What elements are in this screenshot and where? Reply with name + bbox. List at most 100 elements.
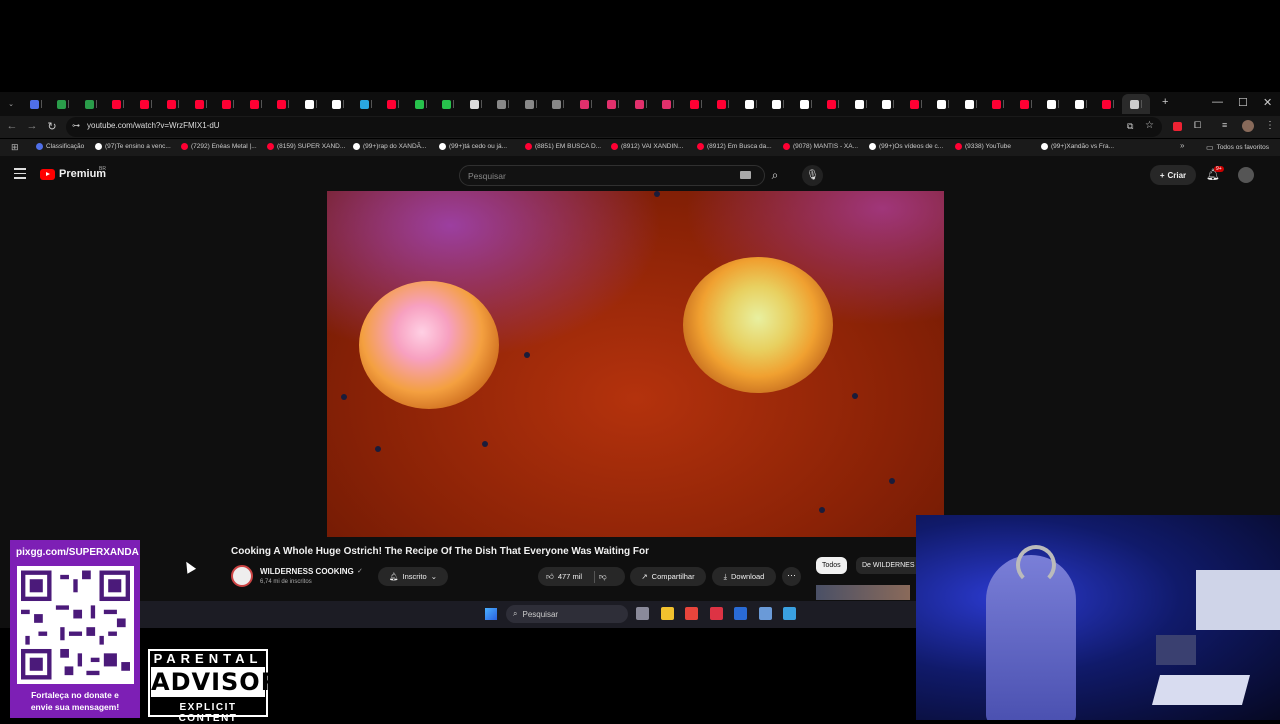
search-button[interactable]: ⌕ bbox=[765, 165, 785, 186]
install-icon[interactable]: ⧉ bbox=[1127, 121, 1133, 132]
browser-tab[interactable] bbox=[380, 94, 408, 114]
channel-avatar[interactable] bbox=[231, 565, 253, 587]
taskbar-app-icon[interactable] bbox=[636, 607, 649, 620]
taskbar-app-icon[interactable] bbox=[783, 607, 796, 620]
browser-tab[interactable] bbox=[132, 94, 160, 114]
browser-tab[interactable] bbox=[792, 94, 820, 114]
browser-tab[interactable] bbox=[820, 94, 848, 114]
browser-tab[interactable] bbox=[325, 94, 353, 114]
browser-tab[interactable] bbox=[1095, 94, 1123, 114]
chrome-menu-icon[interactable]: ⋮ bbox=[1265, 120, 1275, 131]
bookmark-item[interactable]: (97)Te ensino a venc... bbox=[95, 143, 171, 150]
url-text[interactable]: youtube.com/watch?v=WrzFMIX1-dU bbox=[87, 121, 220, 130]
chip-from-channel[interactable]: De WILDERNES bbox=[856, 557, 921, 574]
search-input[interactable]: Pesquisar bbox=[459, 165, 765, 186]
browser-tab[interactable] bbox=[297, 94, 325, 114]
browser-tab[interactable] bbox=[600, 94, 628, 114]
close-window-icon[interactable]: ✕ bbox=[1263, 96, 1272, 109]
media-control-icon[interactable]: ≡ bbox=[1222, 120, 1227, 130]
browser-tab[interactable] bbox=[985, 94, 1013, 114]
maximize-icon[interactable]: ☐ bbox=[1238, 96, 1248, 109]
bookmark-item[interactable]: (7292) Enéas Metal |... bbox=[181, 143, 257, 150]
channel-name[interactable]: WILDERNESS COOKING bbox=[260, 567, 354, 576]
apps-grid-icon[interactable]: ⊞ bbox=[11, 142, 19, 153]
bookmark-item[interactable]: (9078) MANTIS - XA... bbox=[783, 143, 858, 150]
browser-tab[interactable] bbox=[682, 94, 710, 114]
browser-tab[interactable] bbox=[1012, 94, 1040, 114]
browser-tab[interactable] bbox=[765, 94, 793, 114]
browser-tab[interactable] bbox=[160, 94, 188, 114]
more-actions-button[interactable]: ⋯ bbox=[782, 567, 801, 586]
browser-tab[interactable] bbox=[655, 94, 683, 114]
reload-icon[interactable]: ↻ bbox=[42, 120, 62, 133]
recommended-video-thumbnail[interactable] bbox=[816, 585, 910, 600]
taskbar-app-icon[interactable] bbox=[709, 607, 723, 620]
browser-tab[interactable] bbox=[270, 94, 298, 114]
extension-red-icon[interactable] bbox=[1173, 122, 1182, 131]
video-player[interactable] bbox=[327, 191, 944, 537]
menu-hamburger-icon[interactable] bbox=[14, 168, 26, 182]
browser-tab[interactable] bbox=[215, 94, 243, 114]
taskbar-search[interactable]: ⌕ Pesquisar bbox=[506, 605, 628, 623]
browser-tab[interactable] bbox=[22, 94, 50, 114]
browser-tab[interactable] bbox=[462, 94, 490, 114]
browser-tab[interactable] bbox=[737, 94, 765, 114]
new-tab-button[interactable]: + bbox=[1162, 96, 1168, 108]
bookmark-item[interactable]: (8159) SUPER XAND... bbox=[267, 143, 345, 150]
browser-tab[interactable] bbox=[572, 94, 600, 114]
taskbar-app-icon[interactable] bbox=[758, 607, 772, 620]
browser-tab[interactable] bbox=[545, 94, 573, 114]
extensions-icon[interactable]: ⧠ bbox=[1194, 120, 1201, 131]
browser-tab[interactable] bbox=[902, 94, 930, 114]
tab-search-icon[interactable]: ⌄ bbox=[0, 94, 22, 114]
browser-tab[interactable] bbox=[187, 94, 215, 114]
browser-tab[interactable] bbox=[1067, 94, 1095, 114]
browser-tab[interactable] bbox=[490, 94, 518, 114]
browser-tab[interactable] bbox=[710, 94, 738, 114]
bookmark-item[interactable]: (8851) EM BUSCA D... bbox=[525, 143, 601, 150]
bookmark-item[interactable]: (99+)Xandão vs Fra... bbox=[1041, 143, 1114, 150]
bookmark-item[interactable]: (99+)tá cedo ou já... bbox=[439, 143, 507, 150]
browser-tab[interactable] bbox=[875, 94, 903, 114]
browser-tab[interactable] bbox=[1122, 94, 1150, 114]
voice-search-icon[interactable]: 🎙︎ bbox=[802, 165, 823, 186]
browser-tab[interactable] bbox=[435, 94, 463, 114]
browser-tab[interactable] bbox=[957, 94, 985, 114]
browser-tab[interactable] bbox=[930, 94, 958, 114]
browser-tab[interactable] bbox=[242, 94, 270, 114]
browser-tab[interactable] bbox=[517, 94, 545, 114]
like-button[interactable]: 👍︎ 477 mil 👎︎ bbox=[538, 567, 625, 586]
back-icon[interactable]: ← bbox=[2, 120, 22, 132]
bookmark-item[interactable]: (8912) Em Busca da... bbox=[697, 143, 772, 150]
browser-tab[interactable] bbox=[1040, 94, 1068, 114]
create-button[interactable]: + Criar bbox=[1150, 165, 1196, 185]
account-avatar[interactable] bbox=[1238, 167, 1254, 183]
share-button[interactable]: ↗ Compartilhar bbox=[630, 567, 706, 586]
browser-tab[interactable] bbox=[50, 94, 78, 114]
download-button[interactable]: ⤓ Download bbox=[712, 567, 776, 586]
subscribed-button[interactable]: 🔔︎ Inscrito ⌄ bbox=[378, 567, 448, 586]
site-info-icon[interactable]: ⊶ bbox=[72, 121, 80, 130]
chip-all[interactable]: Todos bbox=[816, 557, 847, 574]
browser-tab[interactable] bbox=[627, 94, 655, 114]
bookmark-item[interactable]: (8912) VAI XANDIN... bbox=[611, 143, 683, 150]
browser-tab[interactable] bbox=[352, 94, 380, 114]
minimize-icon[interactable]: — bbox=[1212, 96, 1223, 108]
browser-tab[interactable] bbox=[77, 94, 105, 114]
taskbar-app-icon[interactable] bbox=[660, 607, 674, 620]
forward-icon[interactable]: → bbox=[22, 120, 42, 132]
taskbar-app-icon[interactable] bbox=[734, 607, 747, 620]
youtube-logo[interactable]: Premium bbox=[40, 168, 106, 180]
all-bookmarks[interactable]: ▭ Todos os favoritos bbox=[1206, 143, 1269, 152]
browser-tab[interactable] bbox=[407, 94, 435, 114]
bookmark-item[interactable]: (99+)Os vídeos de c... bbox=[869, 143, 943, 150]
browser-tab[interactable] bbox=[105, 94, 133, 114]
url-field[interactable] bbox=[66, 117, 1162, 137]
keyboard-icon[interactable] bbox=[740, 171, 751, 179]
bookmark-item[interactable]: (99+)rap do XANDÃ... bbox=[353, 143, 426, 150]
thumbs-down-icon[interactable]: 👎︎ bbox=[599, 572, 607, 582]
browser-tab[interactable] bbox=[847, 94, 875, 114]
bookmark-item[interactable]: (9338) YouTube bbox=[955, 143, 1011, 150]
bookmark-star-icon[interactable]: ☆ bbox=[1145, 120, 1154, 131]
taskbar-app-icon[interactable] bbox=[685, 607, 698, 620]
